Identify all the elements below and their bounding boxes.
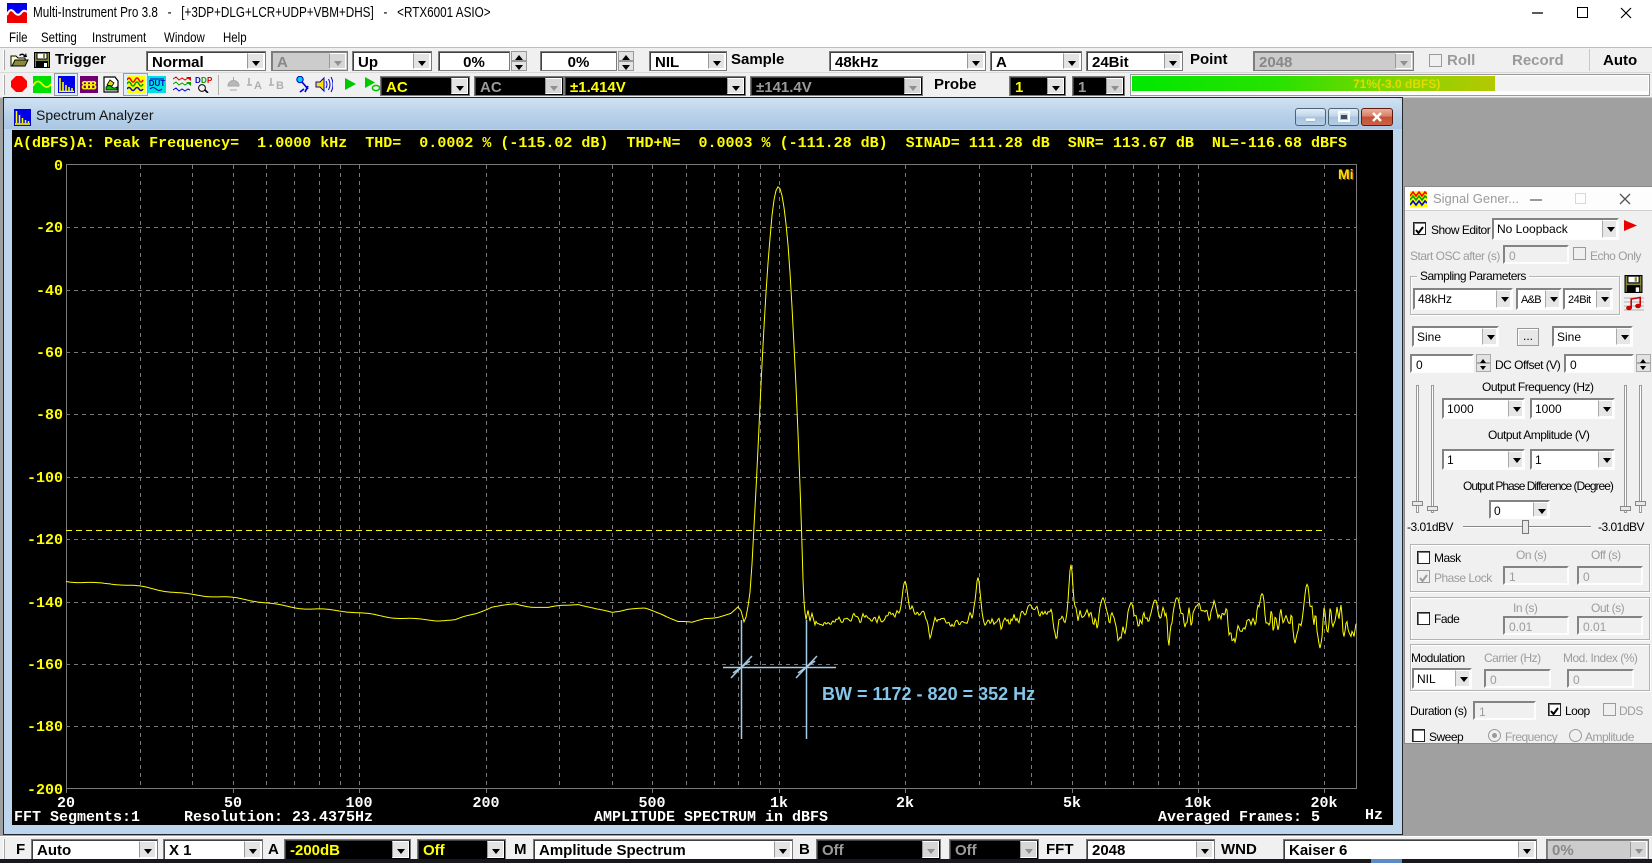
svg-text:A(dBFS)A: Peak Frequency= 1.0: A(dBFS)A: Peak Frequency= 1.0000 kHz THD… xyxy=(14,135,1347,152)
svg-text:Averaged Frames: 5: Averaged Frames: 5 xyxy=(1158,809,1320,825)
svg-text:-100: -100 xyxy=(27,470,63,487)
svg-text:P: P xyxy=(207,76,212,85)
svg-text:DUT: DUT xyxy=(149,79,166,88)
svg-text:0: 0 xyxy=(54,158,63,175)
svg-text:B: B xyxy=(276,80,284,92)
svg-text:888: 888 xyxy=(81,79,97,94)
svg-text:-180: -180 xyxy=(27,719,63,736)
svg-text:BW = 1172 - 820 = 352 Hz: BW = 1172 - 820 = 352 Hz xyxy=(822,684,1035,704)
svg-text:A: A xyxy=(254,80,262,92)
svg-text:-160: -160 xyxy=(27,657,63,674)
svg-text:Mi: Mi xyxy=(1338,166,1354,182)
svg-text:5k: 5k xyxy=(1063,795,1081,812)
svg-text:2k: 2k xyxy=(896,795,914,812)
svg-text:200: 200 xyxy=(472,795,499,812)
svg-text:-80: -80 xyxy=(36,407,63,424)
svg-text:AMPLITUDE SPECTRUM in dBFS: AMPLITUDE SPECTRUM in dBFS xyxy=(594,809,828,825)
svg-text:-40: -40 xyxy=(36,283,63,300)
svg-text:Hz: Hz xyxy=(1365,807,1383,824)
svg-text:FFT Segments:1: FFT Segments:1 xyxy=(14,809,140,825)
svg-text:-20: -20 xyxy=(36,220,63,237)
svg-text:-140: -140 xyxy=(27,595,63,612)
svg-text:Resolution: 23.4375Hz: Resolution: 23.4375Hz xyxy=(184,809,373,825)
svg-text:-60: -60 xyxy=(36,345,63,362)
svg-text:-120: -120 xyxy=(27,532,63,549)
